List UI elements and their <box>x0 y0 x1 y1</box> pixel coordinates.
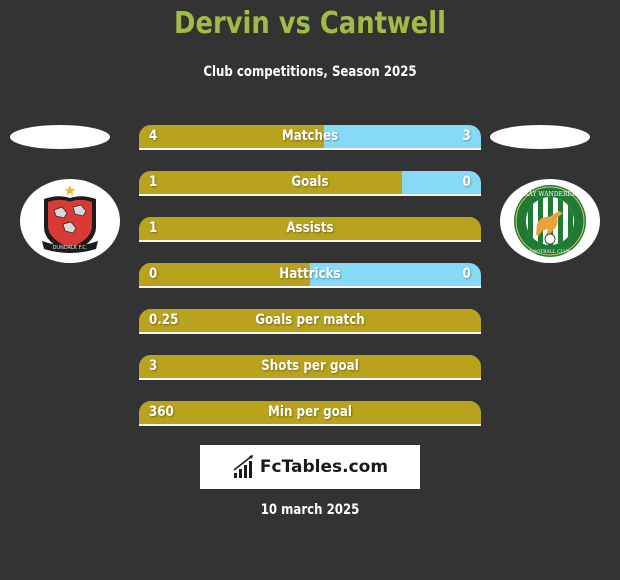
stat-bar-goals-per-match: 0.25 Goals per match <box>139 309 481 334</box>
left-value: 3 <box>149 358 158 374</box>
left-value: 1 <box>149 220 158 236</box>
left-club-logo: DUNDALK F.C. <box>20 179 120 263</box>
stat-label: Goals per match <box>255 312 365 328</box>
stat-bar-hattricks: 0 Hattricks 0 <box>139 263 481 288</box>
left-value: 4 <box>149 128 158 144</box>
stat-label: Goals <box>291 174 329 190</box>
stat-bar-matches: 4 Matches 3 <box>139 125 481 150</box>
left-player-oval <box>10 125 110 149</box>
bar-chart-icon <box>233 455 253 478</box>
fctables-brand[interactable]: FcTables.com <box>200 445 420 489</box>
stat-bar-goals: 1 Goals 0 <box>139 171 481 196</box>
stat-bar-assists: 1 Assists <box>139 217 481 242</box>
bray-wanderers-crest-icon: BRAY WANDERERS FOOTBALL CLUB <box>514 185 586 257</box>
dundalk-crest-icon: DUNDALK F.C. <box>42 185 98 253</box>
stat-bar-shots-per-goal: 3 Shots per goal <box>139 355 481 380</box>
right-value: 3 <box>462 128 471 144</box>
stat-bar-min-per-goal: 360 Min per goal <box>139 401 481 426</box>
stat-label: Hattricks <box>279 266 341 282</box>
svg-text:DUNDALK F.C.: DUNDALK F.C. <box>53 245 88 251</box>
page-title: Dervin vs Cantwell <box>174 6 446 41</box>
right-value: 0 <box>462 174 471 190</box>
stat-label: Assists <box>286 220 334 236</box>
match-date: 10 march 2025 <box>260 502 360 518</box>
svg-text:BRAY WANDERERS: BRAY WANDERERS <box>519 191 580 198</box>
right-club-logo: BRAY WANDERERS FOOTBALL CLUB <box>500 179 600 263</box>
stat-label: Shots per goal <box>261 358 359 374</box>
stat-label: Matches <box>281 128 339 144</box>
svg-text:FOOTBALL CLUB: FOOTBALL CLUB <box>530 249 571 255</box>
brand-name: FcTables.com <box>259 457 389 477</box>
left-value: 1 <box>149 174 158 190</box>
right-player-oval <box>490 125 590 149</box>
page-subtitle: Club competitions, Season 2025 <box>203 64 417 80</box>
stat-label: Min per goal <box>268 404 352 420</box>
right-value: 0 <box>462 266 471 282</box>
left-value: 0 <box>149 266 158 282</box>
